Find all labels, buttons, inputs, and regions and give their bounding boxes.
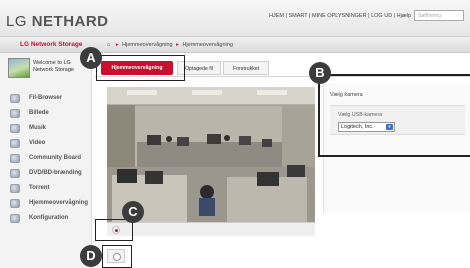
welcome-text: Welcome to LG Network Storage — [33, 60, 74, 73]
camera-select-panel: Vælg kamera Vælg USB-kamera Logitech, In… — [323, 83, 470, 213]
video-controls — [107, 222, 315, 236]
usb-camera-select[interactable]: Logitech, Inc. ▼ — [338, 122, 395, 132]
callout-b-line-top — [318, 74, 470, 76]
nethard-logo[interactable]: LG NETHARD — [6, 13, 109, 30]
tab-favorites[interactable]: Foretrukket — [223, 61, 269, 75]
top-header: LG NETHARD HJEM | SMART | MINE OPLYSNING… — [0, 0, 470, 37]
music-icon — [10, 124, 20, 133]
sidebar-item-video[interactable]: Video — [0, 136, 92, 151]
callout-b-line — [318, 74, 320, 156]
sidebar-menu: Fil-Browser Billede Musik Video Communit… — [0, 91, 92, 226]
camera-icon — [10, 199, 20, 208]
callout-a: A — [80, 47, 102, 69]
gear-icon — [10, 214, 20, 223]
usb-camera-box: Vælg USB-kamera Logitech, Inc. ▼ — [330, 105, 465, 135]
callout-d: D — [80, 245, 102, 267]
welcome-box: Welcome to LG Network Storage — [8, 58, 90, 80]
callout-b-line-bottom — [318, 155, 470, 157]
callout-b: B — [309, 62, 331, 84]
sidebar-item-home-monitoring[interactable]: Hjemmeovervågning — [0, 196, 92, 211]
callout-c: C — [122, 201, 144, 223]
sidebar-item-photo[interactable]: Billede — [0, 106, 92, 121]
sidebar-item-configuration[interactable]: Konfiguration — [0, 211, 92, 226]
brand-title: LG Network Storage — [20, 41, 83, 48]
breadcrumb: ⌂ ▸ Hjemmeovervågning ▸ Hjemmeovervågnin… — [105, 42, 233, 48]
breadcrumb-arrow-icon: ▸ — [115, 42, 119, 48]
callout-a-box — [96, 55, 185, 81]
chevron-down-icon[interactable]: ▼ — [386, 124, 393, 130]
callout-c-box — [95, 219, 133, 241]
file-browser-icon — [10, 94, 20, 103]
community-board-icon — [10, 154, 20, 163]
top-navigation[interactable]: HJEM | SMART | MINE OPLYSNINGER | LOG UD… — [269, 13, 411, 19]
sidebar-item-community-board[interactable]: Community Board — [0, 151, 92, 166]
sidebar-item-music[interactable]: Musik — [0, 121, 92, 136]
breadcrumb-item-1[interactable]: Hjemmeovervågning — [122, 42, 172, 48]
video-icon — [10, 139, 20, 148]
camera-select-title: Vælg kamera — [330, 92, 363, 98]
brand-strip: LG Network Storage ⌂ ▸ Hjemmeovervågning… — [0, 37, 470, 53]
sidebar: Welcome to LG Network Storage Fil-Browse… — [0, 53, 92, 268]
usb-camera-label: Vælg USB-kamera — [338, 112, 383, 118]
callout-d-box — [102, 245, 132, 268]
sidebar-item-file-browser[interactable]: Fil-Browser — [0, 91, 92, 106]
welcome-thumbnail — [8, 58, 30, 78]
photo-icon — [10, 109, 20, 118]
breadcrumb-arrow-icon: ▸ — [176, 42, 179, 48]
torrent-icon — [10, 184, 20, 193]
search-input[interactable]: Søfthering — [414, 10, 464, 21]
disc-icon — [10, 169, 20, 178]
home-icon[interactable]: ⌂ — [107, 42, 110, 48]
breadcrumb-item-2: Hjemmeovervågning — [182, 42, 233, 48]
sidebar-item-dvd-burning[interactable]: DVD/BD-brænding — [0, 166, 92, 181]
sidebar-item-torrent[interactable]: Torrent — [0, 181, 92, 196]
